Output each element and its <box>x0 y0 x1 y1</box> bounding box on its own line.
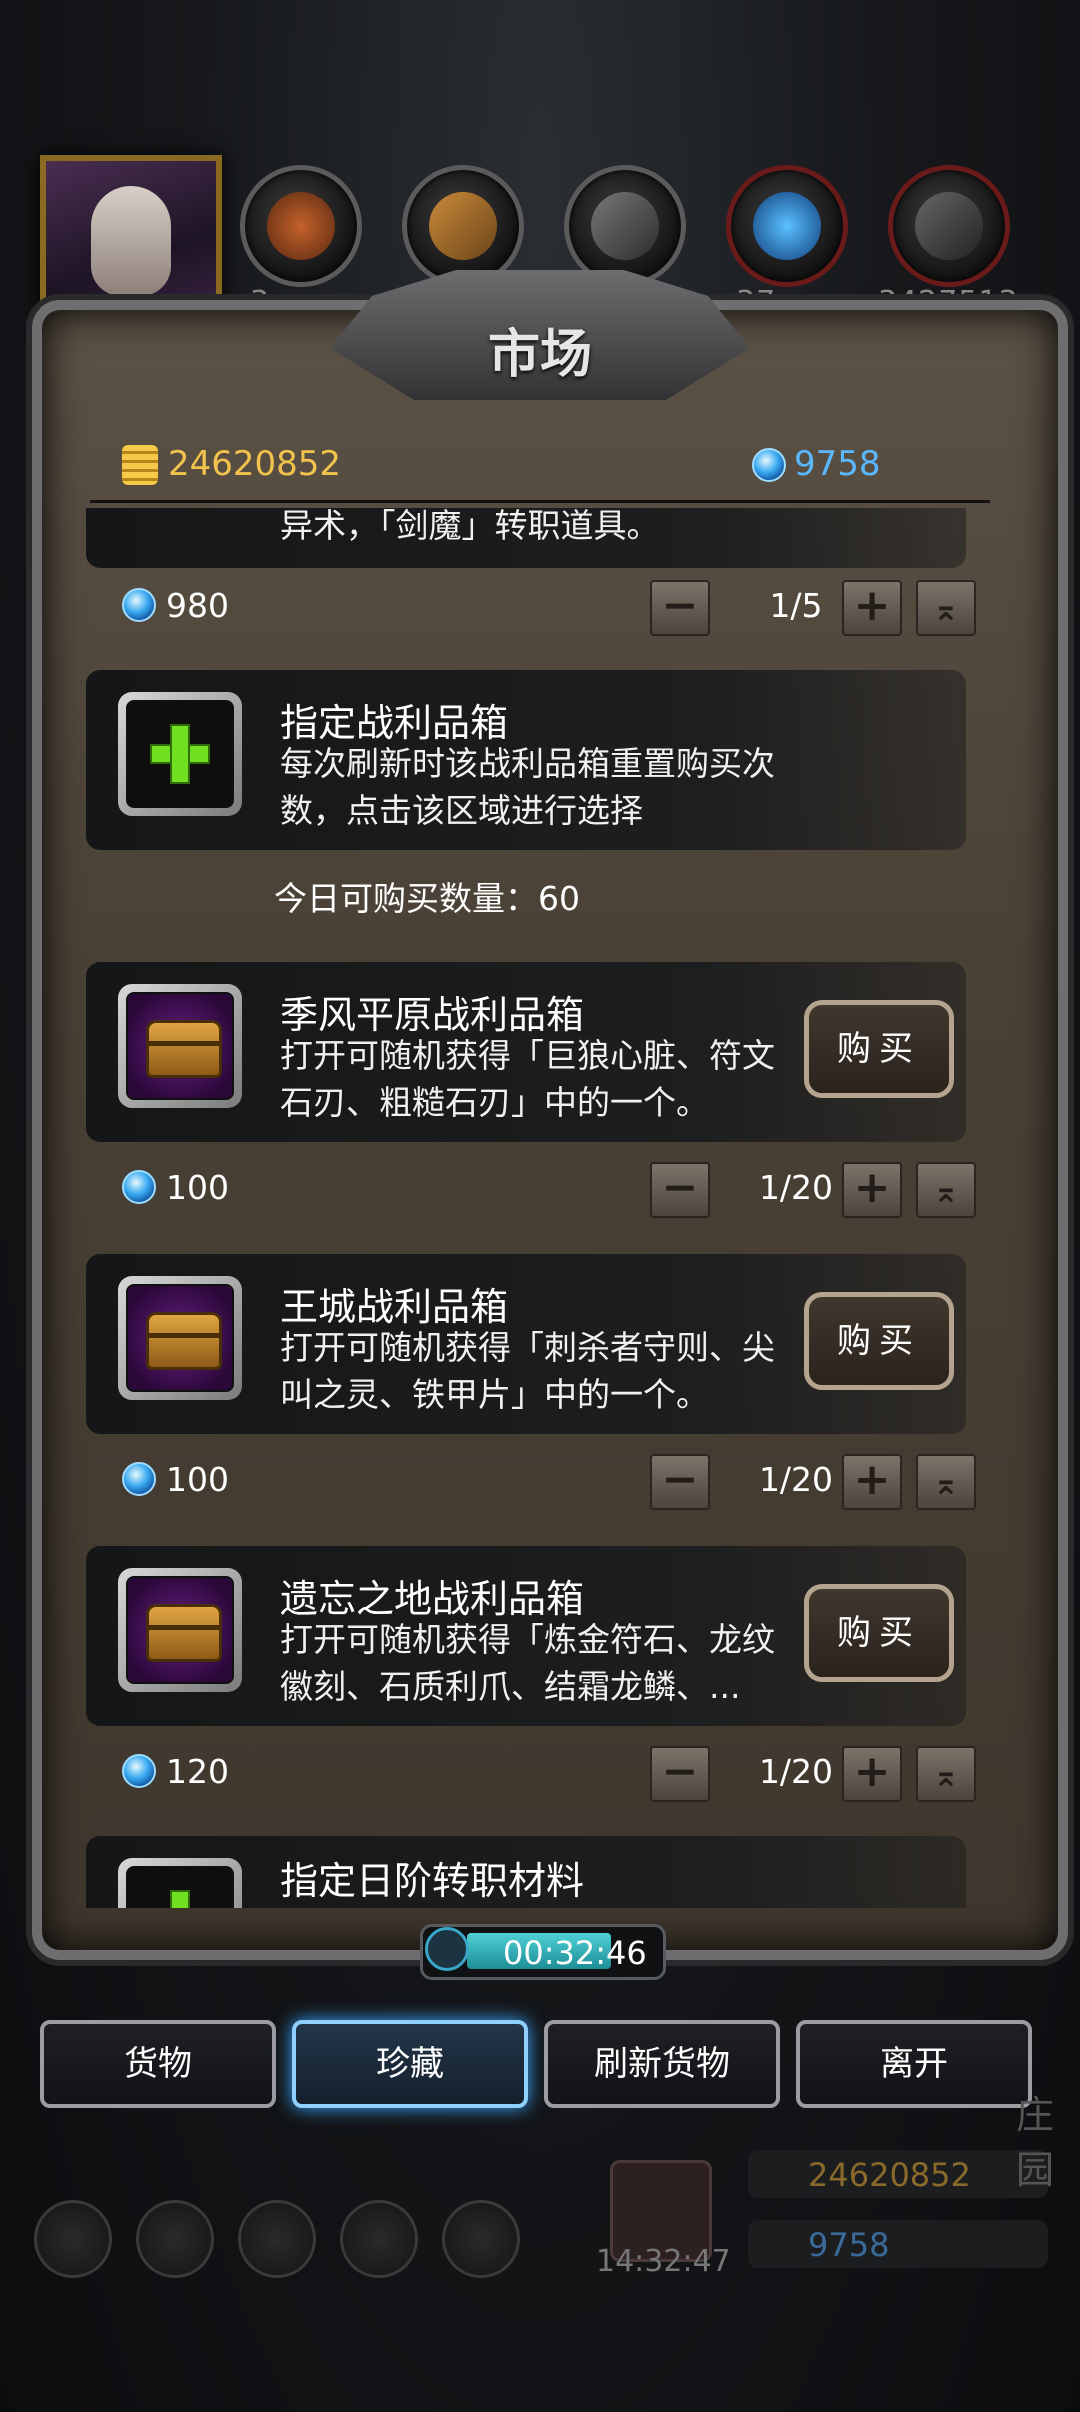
plus-icon <box>126 700 234 808</box>
crystal-resource-icon[interactable] <box>726 165 848 287</box>
hud-gold-value: 24620852 <box>808 2156 971 2194</box>
item-price: 100 <box>166 1460 229 1499</box>
item-card[interactable]: 王城战利品箱 打开可随机获得「刺杀者守则、尖叫之灵、铁甲片」中的一个。 购买 <box>86 1254 966 1434</box>
wood-resource-icon[interactable] <box>402 165 524 287</box>
item-title: 王城战利品箱 <box>280 1285 509 1329</box>
treasure-chest-icon <box>126 1576 234 1684</box>
item-icon-frame <box>118 1858 242 1908</box>
decrease-button[interactable]: − <box>650 1746 710 1802</box>
gold-balance: 24620852 <box>168 444 342 484</box>
treasure-chest-icon <box>126 992 234 1100</box>
map-icon[interactable] <box>442 2200 520 2278</box>
item-icon-frame <box>118 984 242 1108</box>
price-row: 120 − 1/20 + ⌅ <box>86 1740 986 1802</box>
decrease-button[interactable]: − <box>650 1454 710 1510</box>
iron-resource-icon[interactable] <box>888 165 1010 287</box>
settings-icon[interactable] <box>34 2200 112 2278</box>
tab-treasure[interactable]: 珍藏 <box>292 2020 528 2108</box>
item-card[interactable]: 遗忘之地战利品箱 打开可随机获得「炼金符石、龙纹徽刻、石质利爪、结霜龙鳞、...… <box>86 1546 966 1726</box>
refresh-timer: 00:32:46 <box>420 1924 666 1980</box>
item-card-partial[interactable]: 指定日阶转职材料 <box>86 1836 966 1908</box>
item-icon-frame <box>118 1276 242 1400</box>
gem-icon <box>122 1462 156 1496</box>
max-quantity-button[interactable]: ⌅ <box>916 1746 976 1802</box>
guild-icon[interactable] <box>238 2200 316 2278</box>
gem-icon <box>122 588 156 622</box>
page-title: 市场 <box>487 325 592 385</box>
hero-face <box>91 186 171 296</box>
hud-gems: 9758 <box>748 2220 1048 2268</box>
hud-gem-value: 9758 <box>808 2226 890 2264</box>
decrease-button[interactable]: − <box>650 580 710 636</box>
increase-button[interactable]: + <box>842 580 902 636</box>
item-title: 指定战利品箱 <box>280 701 509 745</box>
market-item-list[interactable]: 异术，「剑魔」转职道具。 980 − 1/5 + ⌅ 指定战利品箱 每次刷新时该… <box>86 508 994 1908</box>
gem-icon <box>122 1170 156 1204</box>
item-title: 季风平原战利品箱 <box>280 993 585 1037</box>
plus-icon <box>126 1866 234 1908</box>
loot-box-selector-card[interactable]: 指定战利品箱 每次刷新时该战利品箱重置购买次数，点击该区域进行选择 <box>86 670 966 850</box>
gem-icon <box>122 1754 156 1788</box>
buy-button[interactable]: 购买 <box>804 1292 954 1390</box>
daily-purchase-limit: 今日可购买数量：60 <box>274 879 580 918</box>
market-tabs: 货物 珍藏 刷新货物 离开 <box>40 2020 1040 2112</box>
buy-button[interactable]: 购买 <box>804 1584 954 1682</box>
refresh-goods-button[interactable]: 刷新货物 <box>544 2020 780 2108</box>
tab-goods[interactable]: 货物 <box>40 2020 276 2108</box>
increase-button[interactable]: + <box>842 1454 902 1510</box>
decrease-button[interactable]: − <box>650 1162 710 1218</box>
item-desc: 打开可随机获得「刺杀者守则、尖叫之灵、铁甲片」中的一个。 <box>280 1328 775 1414</box>
manor-label[interactable]: 庄园 <box>1016 2084 1080 2194</box>
item-desc: 打开可随机获得「巨狼心脏、符文石刃、粗糙石刃」中的一个。 <box>280 1036 775 1122</box>
mail-icon[interactable] <box>340 2200 418 2278</box>
item-desc: 异术，「剑魔」转职道具。 <box>280 508 660 545</box>
item-price: 980 <box>166 586 229 625</box>
gift-timer: 14:32:47 <box>596 2244 731 2279</box>
meat-resource-icon[interactable] <box>240 165 362 287</box>
gold-coin-icon <box>122 445 158 485</box>
leave-button[interactable]: 离开 <box>796 2020 1032 2108</box>
stone-resource-icon[interactable] <box>564 165 686 287</box>
hud-gold: 24620852 <box>748 2150 1048 2198</box>
item-price: 100 <box>166 1168 229 1207</box>
currency-row: 24620852 9758 <box>90 440 990 503</box>
max-quantity-button[interactable]: ⌅ <box>916 580 976 636</box>
item-icon-frame <box>118 692 242 816</box>
treasure-chest-icon <box>126 1284 234 1392</box>
timer-text: 00:32:46 <box>503 1934 647 1972</box>
clock-icon <box>425 1927 469 1971</box>
max-quantity-button[interactable]: ⌅ <box>916 1454 976 1510</box>
item-card-partial[interactable]: 异术，「剑魔」转职道具。 <box>86 508 966 568</box>
item-desc: 打开可随机获得「炼金符石、龙纹徽刻、石质利爪、结霜龙鳞、... <box>280 1620 775 1706</box>
max-quantity-button[interactable]: ⌅ <box>916 1162 976 1218</box>
increase-button[interactable]: + <box>842 1746 902 1802</box>
item-desc: 每次刷新时该战利品箱重置购买次数，点击该区域进行选择 <box>280 744 775 830</box>
item-icon-frame <box>118 1568 242 1692</box>
buy-button[interactable]: 购买 <box>804 1000 954 1098</box>
gem-icon <box>752 448 786 482</box>
item-title: 指定日阶转职材料 <box>280 1859 585 1903</box>
item-title: 遗忘之地战利品箱 <box>280 1577 585 1621</box>
item-card[interactable]: 季风平原战利品箱 打开可随机获得「巨狼心脏、符文石刃、粗糙石刃」中的一个。 购买 <box>86 962 966 1142</box>
achievement-icon[interactable] <box>136 2200 214 2278</box>
price-row: 100 − 1/20 + ⌅ <box>86 1448 986 1510</box>
price-row: 100 − 1/20 + ⌅ <box>86 1156 986 1218</box>
gem-balance: 9758 <box>794 444 881 484</box>
price-row: 980 − 1/5 + ⌅ <box>86 574 986 636</box>
item-price: 120 <box>166 1752 229 1791</box>
increase-button[interactable]: + <box>842 1162 902 1218</box>
